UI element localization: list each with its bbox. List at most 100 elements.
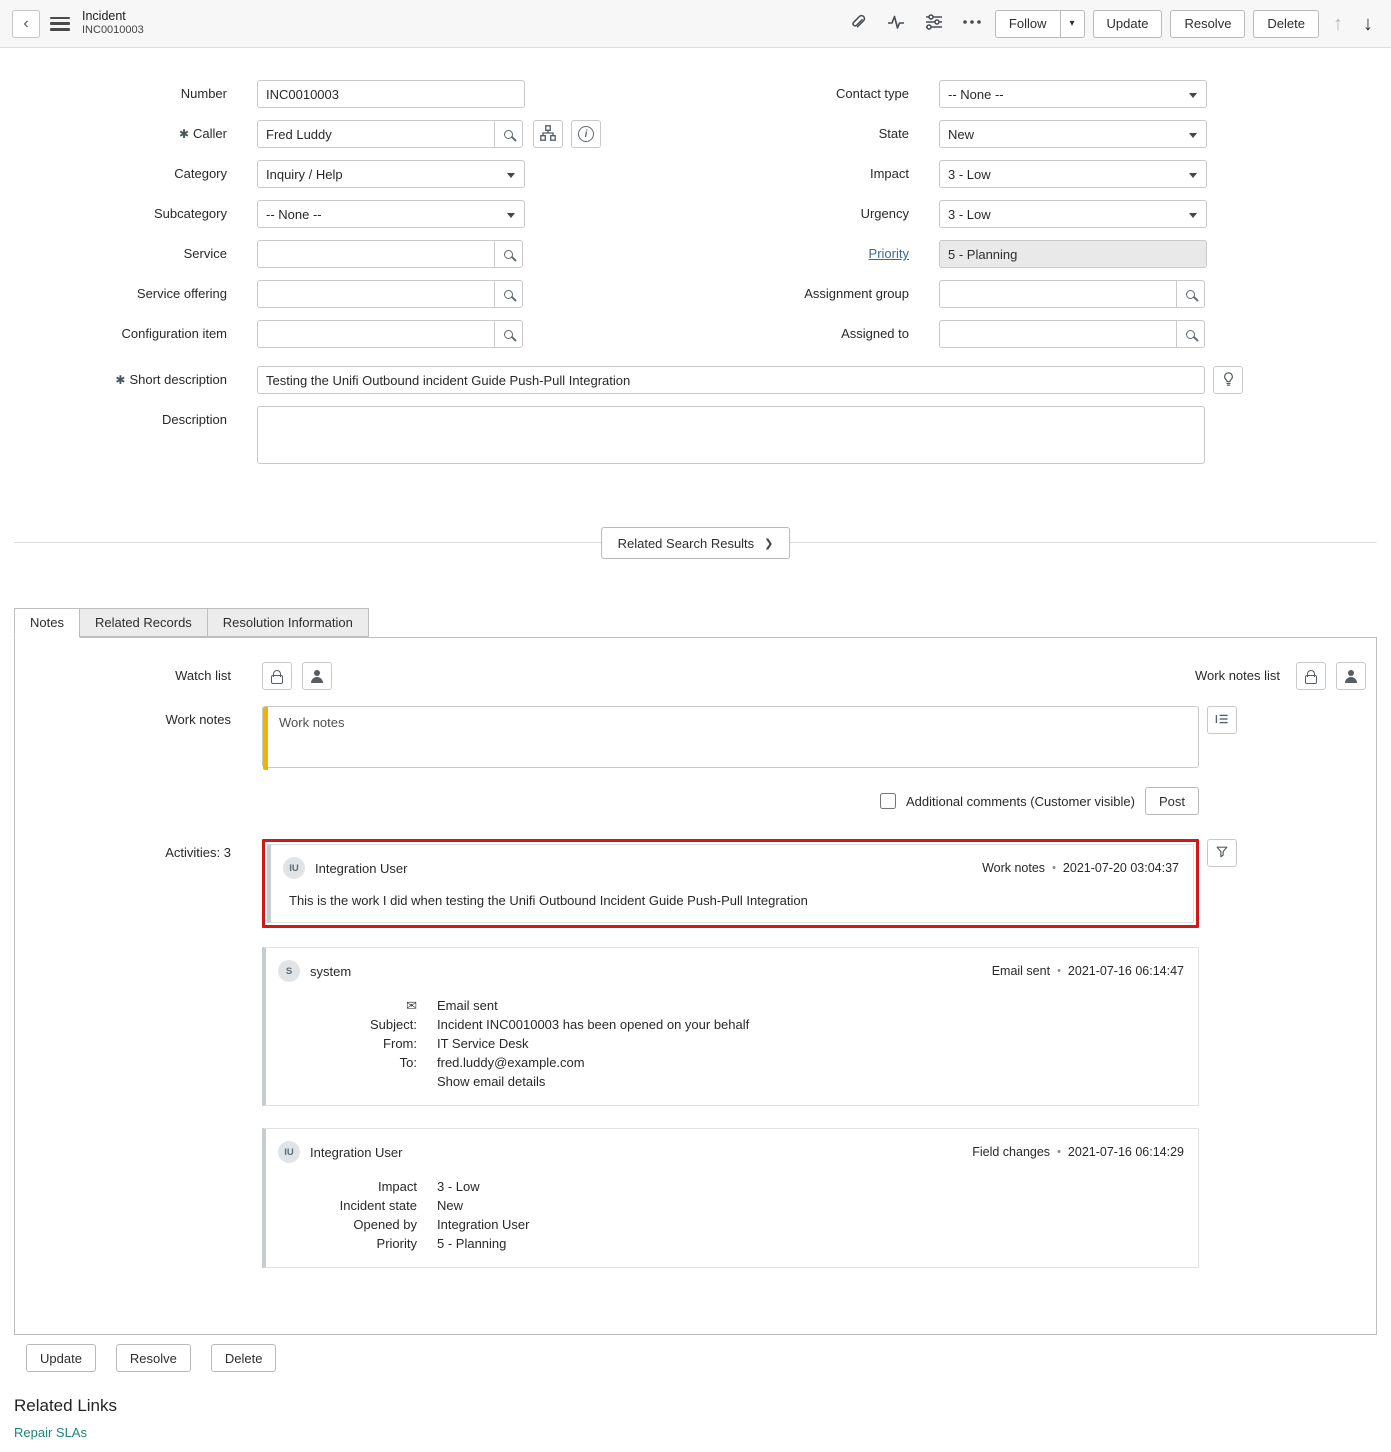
description-textarea[interactable]: [257, 406, 1205, 464]
previous-record-button[interactable]: ↑: [1327, 12, 1349, 36]
required-icon: ✱: [115, 373, 125, 387]
work-notes-list-add-me-button[interactable]: [1336, 662, 1366, 690]
caller-input[interactable]: [257, 120, 495, 148]
configuration-item-lookup-button[interactable]: [495, 320, 523, 348]
configuration-item-input[interactable]: [257, 320, 495, 348]
record-title: Incident INC0010003: [82, 9, 144, 38]
service-offering-field-row: Service offering: [14, 280, 696, 308]
tab-notes[interactable]: Notes: [14, 608, 80, 638]
delete-button-footer[interactable]: Delete: [211, 1344, 277, 1372]
context-menu-icon[interactable]: [50, 17, 70, 31]
related-search-results-button[interactable]: Related Search Results ❯: [601, 527, 791, 559]
state-select[interactable]: New: [939, 120, 1207, 148]
activity-user: system: [310, 964, 351, 979]
follow-dropdown-button[interactable]: ▾: [1061, 10, 1085, 38]
work-notes-textarea[interactable]: [262, 706, 1199, 768]
add-person-icon: [310, 670, 325, 683]
email-from-label: From:: [278, 1034, 437, 1053]
caller-preview-button[interactable]: i: [571, 120, 601, 148]
field-change-label: Priority: [278, 1234, 437, 1253]
field-change-label: Impact: [278, 1177, 437, 1196]
repair-slas-link[interactable]: Repair SLAs: [14, 1425, 87, 1440]
number-input[interactable]: [257, 80, 525, 108]
activity-user: Integration User: [315, 861, 408, 876]
info-icon: i: [578, 126, 594, 142]
service-offering-label: Service offering: [14, 280, 227, 301]
assignment-group-lookup-button[interactable]: [1177, 280, 1205, 308]
short-description-field-row: ✱Short description: [14, 366, 1377, 394]
service-input[interactable]: [257, 240, 495, 268]
watch-list-add-me-button[interactable]: [302, 662, 332, 690]
resolve-button[interactable]: Resolve: [1170, 10, 1245, 38]
priority-link[interactable]: Priority: [869, 246, 909, 261]
toggle-comment-options-button[interactable]: [1207, 706, 1237, 734]
impact-select[interactable]: 3 - Low: [939, 160, 1207, 188]
short-description-input[interactable]: [257, 366, 1205, 394]
arrow-down-icon: ↓: [1363, 13, 1373, 35]
search-icon: [1186, 330, 1195, 339]
assigned-to-field-row: Assigned to: [696, 320, 1377, 348]
service-offering-input[interactable]: [257, 280, 495, 308]
description-label: Description: [14, 406, 227, 427]
bullet-separator: •: [1052, 862, 1056, 874]
state-field-row: State New: [696, 120, 1377, 148]
activity-filter-button[interactable]: [1207, 839, 1237, 867]
suggestion-button[interactable]: [1213, 366, 1243, 394]
service-lookup-button[interactable]: [495, 240, 523, 268]
service-offering-lookup-button[interactable]: [495, 280, 523, 308]
delete-button[interactable]: Delete: [1253, 10, 1319, 38]
field-change-label: Incident state: [278, 1196, 437, 1215]
update-button[interactable]: Update: [1093, 10, 1163, 38]
service-field-row: Service: [14, 240, 696, 268]
category-field-row: Category Inquiry / Help: [14, 160, 696, 188]
watch-list-lock-button[interactable]: [262, 662, 292, 690]
activities-count-label: Activities: 3: [15, 839, 247, 860]
related-links-heading: Related Links: [14, 1396, 1377, 1416]
back-button[interactable]: ‹: [12, 10, 40, 38]
caller-show-related-button[interactable]: [533, 120, 563, 148]
search-icon: [504, 130, 513, 139]
tab-related-records[interactable]: Related Records: [79, 608, 208, 637]
activity-type: Email sent: [992, 964, 1050, 978]
subcategory-label: Subcategory: [14, 200, 227, 221]
subcategory-select[interactable]: -- None --: [257, 200, 525, 228]
resolve-button-footer[interactable]: Resolve: [116, 1344, 191, 1372]
heartbeat-icon: [886, 12, 906, 35]
activity-entry-email: S system Email sent • 2021-07-16 06:14:4…: [262, 947, 1199, 1106]
work-notes-list-lock-button[interactable]: [1296, 662, 1326, 690]
assigned-to-input[interactable]: [939, 320, 1177, 348]
next-record-button[interactable]: ↓: [1357, 12, 1379, 36]
additional-comments-checkbox[interactable]: [880, 793, 896, 809]
watch-list-label: Watch list: [15, 662, 247, 690]
add-person-icon: [1344, 670, 1359, 683]
activity-stream-button[interactable]: [881, 9, 911, 39]
org-chart-icon: [539, 124, 557, 145]
category-select[interactable]: Inquiry / Help: [257, 160, 525, 188]
personalize-form-button[interactable]: [919, 9, 949, 39]
tab-resolution-information[interactable]: Resolution Information: [207, 608, 369, 637]
assignment-group-input[interactable]: [939, 280, 1177, 308]
attachments-button[interactable]: [843, 9, 873, 39]
annotation-highlight-box: IU Integration User Work notes • 2021-07…: [262, 839, 1199, 928]
notes-tab-panel: Watch list Work notes list Work notes: [14, 637, 1377, 1335]
configuration-item-label: Configuration item: [14, 320, 227, 341]
email-to-value: fred.luddy@example.com: [437, 1053, 585, 1072]
contact-type-select[interactable]: -- None --: [939, 80, 1207, 108]
work-notes-list-label: Work notes list: [1061, 662, 1280, 690]
required-icon: ✱: [179, 127, 189, 141]
caller-lookup-button[interactable]: [495, 120, 523, 148]
record-number-label: INC0010003: [82, 24, 144, 38]
show-email-details-link[interactable]: Show email details: [437, 1072, 545, 1091]
more-actions-button[interactable]: [957, 9, 987, 39]
work-note-text: This is the work I did when testing the …: [289, 893, 808, 908]
footer-actions: Update Resolve Delete: [26, 1344, 1377, 1372]
field-change-value: Integration User: [437, 1215, 530, 1234]
update-button-footer[interactable]: Update: [26, 1344, 96, 1372]
back-chevron-icon: ‹: [23, 16, 28, 32]
caller-field-row: ✱Caller i: [14, 120, 696, 148]
related-search-section: Related Search Results ❯: [0, 512, 1391, 574]
follow-button[interactable]: Follow: [995, 10, 1061, 38]
assigned-to-lookup-button[interactable]: [1177, 320, 1205, 348]
post-button[interactable]: Post: [1145, 787, 1199, 815]
urgency-select[interactable]: 3 - Low: [939, 200, 1207, 228]
